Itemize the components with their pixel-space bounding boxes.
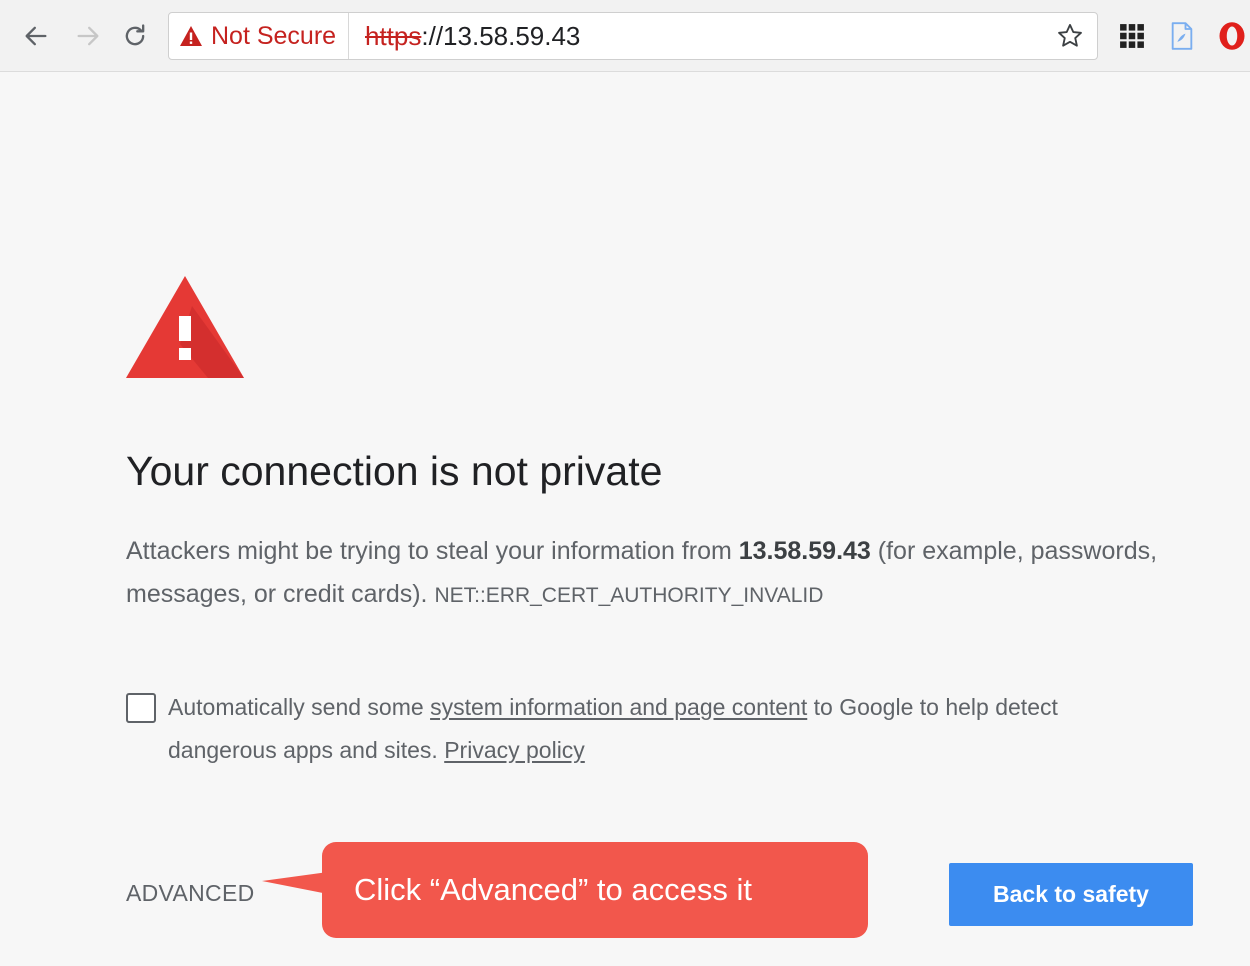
security-indicator[interactable]: Not Secure bbox=[179, 13, 350, 59]
opt-in-checkbox[interactable] bbox=[126, 693, 156, 723]
page-extension-icon[interactable] bbox=[1166, 20, 1198, 52]
reload-icon[interactable] bbox=[117, 18, 153, 54]
annotation-text: Click “Advanced” to access it bbox=[322, 842, 868, 938]
back-arrow-icon[interactable] bbox=[18, 18, 54, 54]
warning-triangle-icon bbox=[126, 276, 244, 378]
opt-in-text: Automatically send some system informati… bbox=[168, 686, 1168, 772]
warning-triangle-icon bbox=[180, 26, 202, 46]
browser-toolbar: Not Secure https://13.58.59.43 bbox=[0, 0, 1250, 72]
opera-icon[interactable] bbox=[1216, 20, 1248, 52]
grid-extension-icon[interactable] bbox=[1116, 20, 1148, 52]
star-icon[interactable] bbox=[1053, 19, 1087, 53]
privacy-policy-link[interactable]: Privacy policy bbox=[444, 737, 585, 763]
advanced-button[interactable]: ADVANCED bbox=[126, 880, 255, 907]
host-name: 13.58.59.43 bbox=[738, 537, 871, 565]
system-info-link[interactable]: system information and page content bbox=[430, 694, 807, 720]
security-label: Not Secure bbox=[211, 21, 337, 50]
page-title: Your connection is not private bbox=[126, 448, 663, 494]
url-scheme: https bbox=[365, 20, 422, 51]
error-code[interactable]: NET::ERR_CERT_AUTHORITY_INVALID bbox=[434, 584, 823, 607]
address-bar[interactable]: Not Secure https://13.58.59.43 bbox=[168, 12, 1098, 60]
back-to-safety-button[interactable]: Back to safety bbox=[949, 863, 1193, 926]
forward-arrow-icon[interactable] bbox=[70, 18, 106, 54]
url-text[interactable]: https://13.58.59.43 bbox=[365, 13, 580, 59]
opt-in-prefix: Automatically send some bbox=[168, 694, 431, 720]
description-prefix: Attackers might be trying to steal your … bbox=[126, 537, 739, 565]
warning-description: Attackers might be trying to steal your … bbox=[126, 530, 1206, 617]
url-host: ://13.58.59.43 bbox=[421, 20, 581, 51]
annotation-callout: Click “Advanced” to access it bbox=[262, 842, 872, 940]
